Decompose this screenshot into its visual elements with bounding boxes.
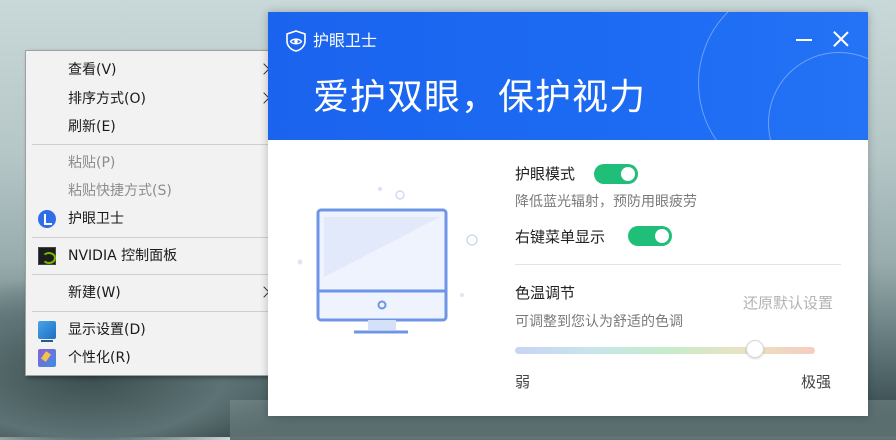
color-temp-slider-thumb[interactable] <box>746 340 764 358</box>
menu-item-personalize[interactable]: 个性化(R) <box>26 345 280 371</box>
slogan-heading: 爱护双眼，保护视力 <box>313 77 647 118</box>
color-temp-description: 可调整到您认为舒适的色调 <box>515 314 683 330</box>
eye-guard-icon <box>38 210 56 228</box>
menu-item-label: 新建(W) <box>68 285 121 301</box>
menu-separator <box>32 237 269 238</box>
menu-item-label: 个性化(R) <box>68 350 131 366</box>
menu-item-label: 排序方式(O) <box>68 91 146 107</box>
context-menu-display-toggle[interactable] <box>628 226 672 246</box>
menu-item-refresh[interactable]: 刷新(E) <box>26 114 280 140</box>
menu-separator <box>32 144 269 145</box>
menu-item-paste-shortcut: 粘贴快捷方式(S) <box>26 178 280 204</box>
menu-item-label: 护眼卫士 <box>68 211 124 227</box>
color-temp-title: 色温调节 <box>515 284 576 302</box>
eye-guard-window: 护眼卫士 爱护双眼，保护视力 护眼模式 降低蓝光辐射，预防用眼疲劳 右键菜单显示… <box>268 12 868 416</box>
desktop-context-menu: 查看(V) 排序方式(O) 刷新(E) 粘贴(P) 粘贴快捷方式(S) 护眼卫士… <box>25 50 281 376</box>
menu-item-label: NVIDIA 控制面板 <box>68 248 178 264</box>
eye-mode-label: 护眼模式 <box>515 165 576 183</box>
menu-item-nvidia-control-panel[interactable]: NVIDIA 控制面板 <box>26 243 280 269</box>
menu-item-label: 查看(V) <box>68 62 117 78</box>
display-icon <box>38 321 56 342</box>
personalize-icon <box>38 349 56 367</box>
eye-mode-description: 降低蓝光辐射，预防用眼疲劳 <box>515 194 697 210</box>
menu-item-label: 刷新(E) <box>68 119 116 135</box>
menu-item-eye-guard[interactable]: 护眼卫士 <box>26 206 280 232</box>
minimize-button[interactable] <box>794 29 814 49</box>
menu-item-label: 粘贴(P) <box>68 155 116 171</box>
reset-default-button[interactable]: 还原默认设置 <box>743 292 833 314</box>
menu-item-view[interactable]: 查看(V) <box>26 57 280 83</box>
menu-separator <box>32 311 269 312</box>
eye-mode-toggle[interactable] <box>594 164 638 184</box>
menu-item-label: 显示设置(D) <box>68 322 146 338</box>
nvidia-icon <box>38 247 56 265</box>
menu-item-label: 粘贴快捷方式(S) <box>68 183 172 199</box>
menu-item-display-settings[interactable]: 显示设置(D) <box>26 317 280 343</box>
monitor-illustration-icon <box>297 187 478 334</box>
menu-item-paste: 粘贴(P) <box>26 150 280 176</box>
close-button[interactable] <box>831 29 851 49</box>
slider-min-label: 弱 <box>515 373 531 391</box>
context-menu-display-label: 右键菜单显示 <box>515 228 606 246</box>
color-temp-slider-track[interactable] <box>515 340 815 358</box>
menu-item-new[interactable]: 新建(W) <box>26 280 280 306</box>
slider-max-label: 极强 <box>801 373 832 391</box>
section-divider <box>515 264 841 265</box>
shield-eye-icon <box>286 30 306 52</box>
app-title: 护眼卫士 <box>313 31 378 50</box>
menu-item-sort-by[interactable]: 排序方式(O) <box>26 86 280 112</box>
window-header: 护眼卫士 爱护双眼，保护视力 <box>268 12 868 140</box>
menu-separator <box>32 274 269 275</box>
